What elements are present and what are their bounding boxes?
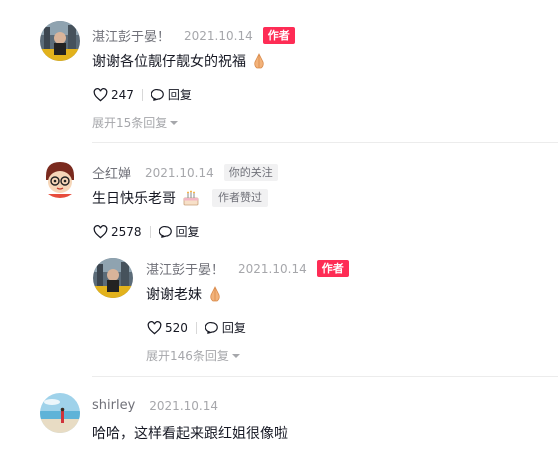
like-count: 520: [165, 320, 188, 335]
folded-hands-emoji: [208, 286, 222, 302]
username[interactable]: shirley: [92, 398, 135, 413]
reply-bubble-icon: [204, 321, 218, 334]
reply-button[interactable]: 回复: [158, 223, 200, 240]
author-badge: 作者: [316, 260, 349, 277]
like-button[interactable]: 2578: [93, 225, 142, 239]
heart-icon: [147, 320, 162, 334]
avatar[interactable]: [93, 258, 133, 298]
reply-meta: 湛江彭于晏！ 2021.10.14 作者: [146, 259, 349, 278]
comment-text: 哈哈，这样看起来跟红姐很像啦: [92, 426, 288, 442]
reply-label: 回复: [221, 321, 246, 335]
comment-meta: 湛江彭于晏！ 2021.10.14 作者: [92, 26, 295, 45]
author-liked-tag: 作者赞过: [212, 189, 268, 207]
heart-icon: [93, 87, 108, 101]
birthday-cake-emoji: [182, 190, 200, 206]
reply-text: 谢谢老妹: [146, 287, 202, 303]
expand-replies-label: 展开15条回复: [92, 116, 168, 130]
like-count: 2578: [111, 224, 142, 239]
like-count: 247: [111, 87, 134, 102]
reply-bubble-icon: [158, 225, 172, 238]
expand-replies-label: 展开146条回复: [146, 349, 229, 363]
comment-actions: 2578 回复: [93, 223, 200, 240]
username[interactable]: 仝红婵: [92, 163, 131, 182]
avatar[interactable]: [40, 393, 80, 433]
reply-label: 回复: [167, 88, 192, 102]
reply-actions: 520 回复: [147, 319, 246, 336]
comment-meta: shirley 2021.10.14: [92, 398, 218, 413]
comment-date: 2021.10.14: [238, 261, 307, 276]
comment-text: 谢谢各位靓仔靓女的祝福: [92, 54, 246, 70]
reply-button[interactable]: 回复: [150, 86, 192, 103]
reply-text-row: 谢谢老妹: [146, 284, 222, 304]
avatar[interactable]: [40, 21, 80, 61]
comment-text: 生日快乐老哥: [92, 191, 176, 207]
avatar[interactable]: [40, 158, 80, 198]
comment-date: 2021.10.14: [149, 398, 218, 413]
action-divider: [195, 321, 197, 334]
username[interactable]: 湛江彭于晏！: [92, 26, 170, 45]
comment-date: 2021.10.14: [184, 28, 253, 43]
reply-label: 回复: [175, 225, 200, 239]
like-button[interactable]: 247: [93, 88, 134, 102]
comment-divider: [92, 376, 558, 377]
folded-hands-emoji: [252, 53, 266, 69]
comment-text-row: 谢谢各位靓仔靓女的祝福: [92, 51, 266, 71]
comment-divider: [92, 142, 558, 143]
action-divider: [141, 88, 143, 101]
following-badge: 你的关注: [223, 164, 278, 181]
reply-button[interactable]: 回复: [204, 319, 246, 336]
heart-icon: [93, 224, 108, 238]
action-divider: [149, 225, 151, 238]
comment-text-row: 哈哈，这样看起来跟红姐很像啦: [92, 423, 288, 443]
comment-date: 2021.10.14: [145, 165, 214, 180]
comment-meta: 仝红婵 2021.10.14 你的关注: [92, 163, 278, 182]
comment-text-row: 生日快乐老哥 作者赞过: [92, 188, 268, 208]
username[interactable]: 湛江彭于晏！: [146, 259, 224, 278]
caret-down-icon: [231, 353, 240, 358]
author-badge: 作者: [262, 27, 295, 44]
reply-bubble-icon: [150, 88, 164, 101]
like-button[interactable]: 520: [147, 321, 188, 335]
expand-replies-button[interactable]: 展开15条回复: [92, 114, 179, 131]
expand-replies-button[interactable]: 展开146条回复: [146, 347, 240, 364]
comment-actions: 247 回复: [93, 86, 192, 103]
caret-down-icon: [170, 120, 179, 125]
